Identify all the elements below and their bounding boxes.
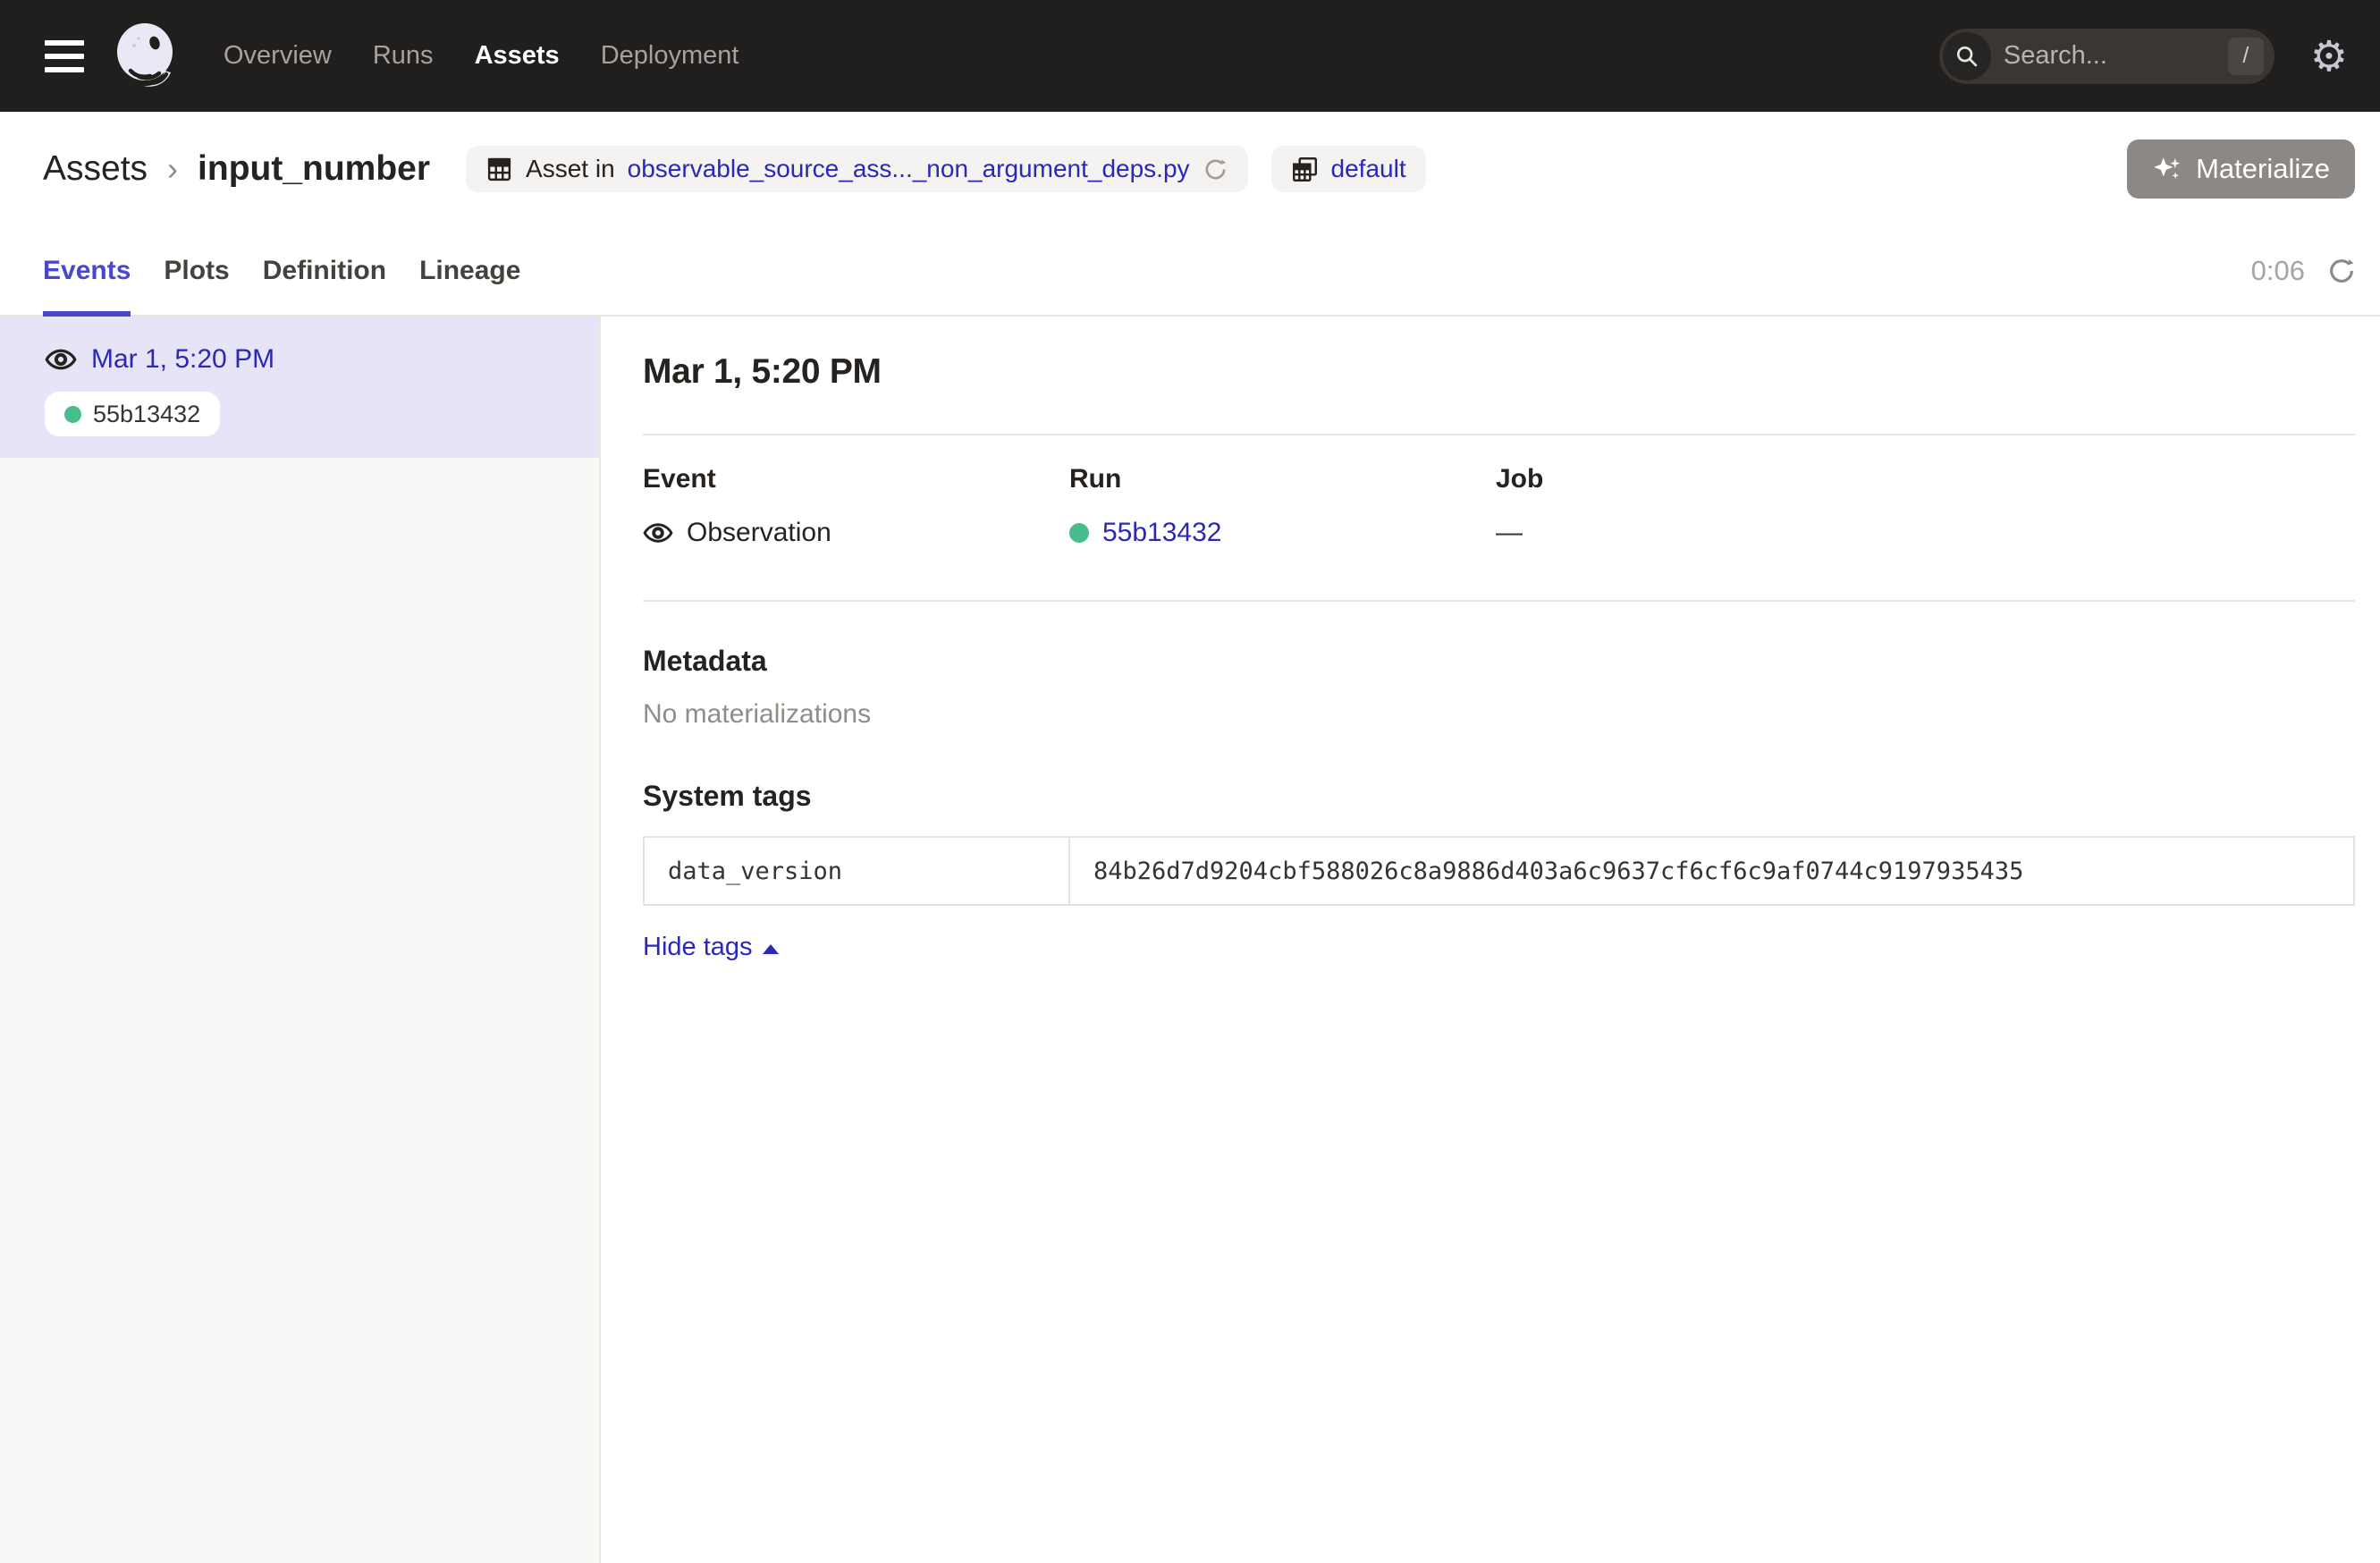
reload-location-icon[interactable] bbox=[1203, 156, 1228, 182]
asset-definition-file-link[interactable]: observable_source_ass..._non_argument_de… bbox=[628, 155, 1190, 183]
asset-header: Assets › input_number Asset in observabl… bbox=[0, 112, 2380, 226]
job-column-header: Job bbox=[1496, 464, 2355, 494]
nav-item-overview[interactable]: Overview bbox=[224, 41, 332, 71]
tab-plots[interactable]: Plots bbox=[164, 226, 229, 315]
job-empty-value: — bbox=[1496, 518, 1523, 548]
event-detail-title: Mar 1, 5:20 PM bbox=[643, 352, 2355, 392]
table-row: data_version 84b26d7d9204cbf588026c8a988… bbox=[644, 837, 2354, 905]
event-list-sidebar: Mar 1, 5:20 PM 55b13432 bbox=[0, 317, 601, 1563]
asset-location-prefix: Asset in bbox=[526, 155, 615, 183]
job-column: Job — bbox=[1496, 464, 2355, 548]
event-column-header: Event bbox=[643, 464, 1069, 494]
asset-location-pill: Asset in observable_source_ass..._non_ar… bbox=[466, 146, 1247, 192]
nav-item-runs[interactable]: Runs bbox=[373, 41, 434, 71]
nav-item-assets[interactable]: Assets bbox=[475, 41, 560, 71]
content-body: Mar 1, 5:20 PM 55b13432 Mar 1, 5:20 PM E… bbox=[0, 317, 2380, 1563]
tab-bar: Events Plots Definition Lineage 0:06 bbox=[0, 226, 2380, 317]
copies-icon bbox=[1291, 156, 1319, 183]
sparkle-icon bbox=[2152, 154, 2182, 184]
event-detail-panel: Mar 1, 5:20 PM Event Observation bbox=[601, 317, 2380, 1563]
event-list-item-selected[interactable]: Mar 1, 5:20 PM 55b13432 bbox=[0, 317, 599, 458]
run-status-dot bbox=[1069, 523, 1089, 543]
event-run-id: 55b13432 bbox=[93, 401, 200, 428]
run-id-link[interactable]: 55b13432 bbox=[1102, 518, 1221, 548]
divider bbox=[643, 600, 2355, 602]
tab-lineage[interactable]: Lineage bbox=[419, 226, 520, 315]
metadata-empty-message: No materializations bbox=[643, 699, 2355, 730]
asset-group-pill: default bbox=[1271, 146, 1426, 192]
tab-events[interactable]: Events bbox=[43, 226, 131, 315]
search-icon bbox=[1943, 32, 1991, 80]
event-summary-columns: Event Observation Run bbox=[643, 464, 2355, 548]
primary-nav: Overview Runs Assets Deployment bbox=[224, 41, 738, 71]
refresh-icon[interactable] bbox=[2326, 256, 2357, 286]
event-run-badge: 55b13432 bbox=[45, 392, 220, 436]
run-column-header: Run bbox=[1069, 464, 1496, 494]
breadcrumb-separator: › bbox=[167, 150, 178, 188]
hamburger-icon[interactable] bbox=[45, 40, 84, 72]
run-column: Run 55b13432 bbox=[1069, 464, 1496, 548]
asset-group-link[interactable]: default bbox=[1331, 155, 1406, 183]
run-status-dot bbox=[64, 406, 81, 423]
materialize-button-label: Materialize bbox=[2196, 153, 2330, 185]
refresh-countdown: 0:06 bbox=[2251, 255, 2305, 287]
breadcrumb-assets-link[interactable]: Assets bbox=[43, 149, 148, 189]
materialize-button[interactable]: Materialize bbox=[2127, 139, 2355, 199]
dagster-logo[interactable] bbox=[109, 21, 181, 92]
system-tags-table: data_version 84b26d7d9204cbf588026c8a988… bbox=[643, 836, 2355, 906]
hide-tags-link[interactable]: Hide tags bbox=[643, 933, 779, 962]
nav-item-deployment[interactable]: Deployment bbox=[601, 41, 739, 71]
eye-icon bbox=[45, 343, 77, 376]
app-root: Overview Runs Assets Deployment / ⚙ Asse… bbox=[0, 0, 2380, 1563]
tag-key-cell: data_version bbox=[644, 837, 1069, 905]
event-timestamp: Mar 1, 5:20 PM bbox=[91, 344, 274, 375]
caret-up-icon bbox=[763, 944, 779, 954]
event-column: Event Observation bbox=[643, 464, 1069, 548]
tag-value-cell: 84b26d7d9204cbf588026c8a9886d403a6c9637c… bbox=[1069, 837, 2354, 905]
event-type-value: Observation bbox=[687, 518, 831, 548]
metadata-heading: Metadata bbox=[643, 645, 2355, 678]
search-shortcut-key: / bbox=[2228, 38, 2264, 75]
search-bar[interactable]: / bbox=[1939, 29, 2275, 84]
gear-icon[interactable]: ⚙ bbox=[2310, 35, 2348, 77]
divider bbox=[643, 434, 2355, 435]
search-input[interactable] bbox=[1991, 41, 2228, 71]
breadcrumb-current-asset: input_number bbox=[198, 149, 430, 189]
system-tags-heading: System tags bbox=[643, 780, 2355, 813]
hide-tags-label: Hide tags bbox=[643, 933, 753, 962]
eye-icon bbox=[643, 518, 673, 548]
tab-definition[interactable]: Definition bbox=[263, 226, 386, 315]
table-icon bbox=[485, 156, 513, 183]
top-nav: Overview Runs Assets Deployment / ⚙ bbox=[0, 0, 2380, 112]
